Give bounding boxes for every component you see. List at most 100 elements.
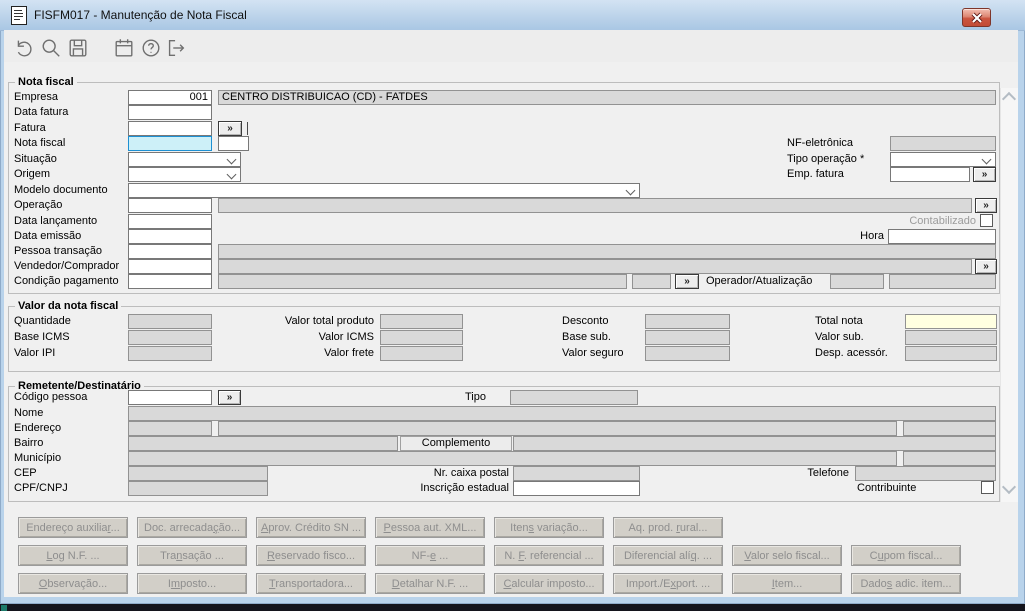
data-emissao-input[interactable]	[128, 229, 212, 244]
search-button[interactable]	[39, 37, 63, 61]
emp-fatura-lookup-button[interactable]: »	[973, 167, 996, 182]
cep-field	[128, 466, 268, 481]
search-icon	[40, 37, 62, 59]
empresa-input[interactable]: 001	[128, 90, 212, 105]
button-aq-prod-rural[interactable]: Aq. prod. rural...	[613, 517, 723, 538]
inscricao-estadual-input[interactable]	[513, 481, 640, 496]
nota-fiscal-serie-input[interactable]	[218, 136, 249, 151]
fatura-lookup-button[interactable]: »	[218, 121, 242, 136]
total-nota-field[interactable]	[905, 314, 997, 329]
caret-mark	[247, 122, 248, 135]
condicao-lookup-button[interactable]: »	[675, 274, 699, 289]
titlebar[interactable]: FISFM017 - Manutenção de Nota Fiscal	[0, 0, 1025, 31]
label-codigo-pessoa: Código pessoa	[14, 391, 87, 404]
button-transportadora[interactable]: Transportadora...	[256, 573, 366, 594]
chevron-down-icon	[227, 155, 237, 165]
municipio-field	[128, 451, 897, 466]
empresa-description-field: CENTRO DISTRIBUICAO (CD) - FATDES	[218, 90, 996, 105]
situacao-select[interactable]	[128, 152, 241, 167]
condicao-pagamento-extra-field	[632, 274, 671, 289]
contabilizado-checkbox[interactable]	[980, 214, 993, 227]
calendar-icon	[113, 37, 135, 59]
button-itens-variacao[interactable]: Itens variação...	[494, 517, 604, 538]
label-valor-total-produto: Valor total produto	[285, 315, 374, 328]
caixa-postal-field	[513, 466, 640, 481]
contribuinte-checkbox[interactable]	[981, 481, 994, 494]
valor-frete-field	[380, 346, 463, 361]
label-modelo-documento: Modelo documento	[14, 184, 108, 197]
button-calcular-imposto[interactable]: Calcular imposto...	[494, 573, 604, 594]
label-operador-atualizacao: Operador/Atualização	[706, 275, 812, 288]
label-data-lancamento: Data lançamento	[14, 215, 97, 228]
close-button[interactable]	[962, 8, 991, 27]
codigo-pessoa-lookup-button[interactable]: »	[218, 390, 241, 405]
help-button[interactable]	[139, 37, 163, 61]
button-row-2: Log N.F. ... Transação ... Reservado fisco…	[18, 545, 961, 566]
cpf-cnpj-field	[128, 481, 268, 496]
desktop-artifact	[1, 605, 7, 611]
label-total-nota: Total nota	[815, 315, 863, 328]
window-title: FISFM017 - Manutenção de Nota Fiscal	[34, 8, 247, 22]
emp-fatura-input[interactable]	[890, 167, 970, 182]
valor-ipi-field	[128, 346, 212, 361]
label-complemento: Complemento	[400, 436, 512, 451]
button-transacao[interactable]: Transação ...	[137, 545, 247, 566]
button-n-f-referencial[interactable]: N. F. referencial ...	[494, 545, 604, 566]
label-empresa: Empresa	[14, 91, 58, 104]
button-aprov-credito-sn[interactable]: Aprov. Crédito SN ...	[256, 517, 366, 538]
tipo-operacao-select[interactable]	[890, 152, 996, 167]
label-cep: CEP	[14, 467, 37, 480]
undo-button[interactable]	[11, 37, 35, 61]
label-desconto: Desconto	[562, 315, 608, 328]
button-nf-e[interactable]: NF-e ...	[375, 545, 485, 566]
button-diferencial-aliq[interactable]: Diferencial alíq. ...	[613, 545, 723, 566]
operacao-lookup-button[interactable]: »	[975, 198, 997, 213]
button-imposto[interactable]: Imposto...	[137, 573, 247, 594]
button-endereco-auxiliar[interactable]: Endereço auxiliar...	[18, 517, 128, 538]
vendedor-lookup-button[interactable]: »	[975, 259, 997, 274]
valor-sub-field	[905, 330, 997, 345]
operacao-input[interactable]	[128, 198, 212, 213]
condicao-pagamento-input[interactable]	[128, 274, 212, 289]
label-tipo-operacao: Tipo operação *	[787, 153, 864, 166]
label-inscricao-estadual: Inscrição estadual	[420, 482, 509, 495]
save-button[interactable]	[66, 37, 90, 61]
label-base-icms: Base ICMS	[14, 331, 70, 344]
valor-icms-field	[380, 330, 463, 345]
button-cupom-fiscal[interactable]: Cupom fiscal...	[851, 545, 961, 566]
nota-fiscal-input[interactable]	[128, 136, 212, 151]
codigo-pessoa-input[interactable]	[128, 390, 212, 405]
operador-field	[830, 274, 884, 289]
button-log-n-f[interactable]: Log N.F. ...	[18, 545, 128, 566]
fatura-input[interactable]	[128, 121, 212, 136]
vendedor-comprador-input[interactable]	[128, 259, 212, 274]
data-lancamento-input[interactable]	[128, 214, 212, 229]
button-import-export[interactable]: Import./Export. ...	[613, 573, 723, 594]
data-fatura-input[interactable]	[128, 105, 212, 120]
pessoa-transacao-input[interactable]	[128, 244, 212, 259]
button-dados-adic-item[interactable]: Dados adic. item...	[851, 573, 961, 594]
button-doc-arrecadacao[interactable]: Doc. arrecadação...	[137, 517, 247, 538]
bairro-field	[128, 436, 398, 451]
button-pessoa-aut-xml[interactable]: Pessoa aut. XML...	[375, 517, 485, 538]
button-detalhar-n-f[interactable]: Detalhar N.F. ...	[375, 573, 485, 594]
vertical-scrollbar[interactable]	[1000, 88, 1018, 502]
button-item[interactable]: Item...	[732, 573, 842, 594]
button-row-1: Endereço auxiliar... Doc. arrecadação... A…	[18, 517, 723, 538]
desp-acessor-field	[905, 346, 997, 361]
exit-button[interactable]	[164, 37, 188, 61]
hora-input[interactable]	[888, 229, 996, 244]
button-row-3: Observação... Imposto... Transportadora...…	[18, 573, 961, 594]
chevron-down-icon	[227, 170, 237, 180]
tipo-field	[510, 390, 638, 405]
button-observacao[interactable]: Observação...	[18, 573, 128, 594]
label-data-fatura: Data fatura	[14, 106, 68, 119]
help-icon	[140, 37, 162, 59]
origem-select[interactable]	[128, 167, 241, 182]
label-valor-icms: Valor ICMS	[319, 331, 374, 344]
modelo-documento-select[interactable]	[128, 183, 640, 198]
button-valor-selo-fiscal[interactable]: Valor selo fiscal...	[732, 545, 842, 566]
endereco-numero-field	[903, 421, 996, 436]
calendar-button[interactable]	[112, 37, 136, 61]
button-reservado-fisco[interactable]: Reservado fisco...	[256, 545, 366, 566]
